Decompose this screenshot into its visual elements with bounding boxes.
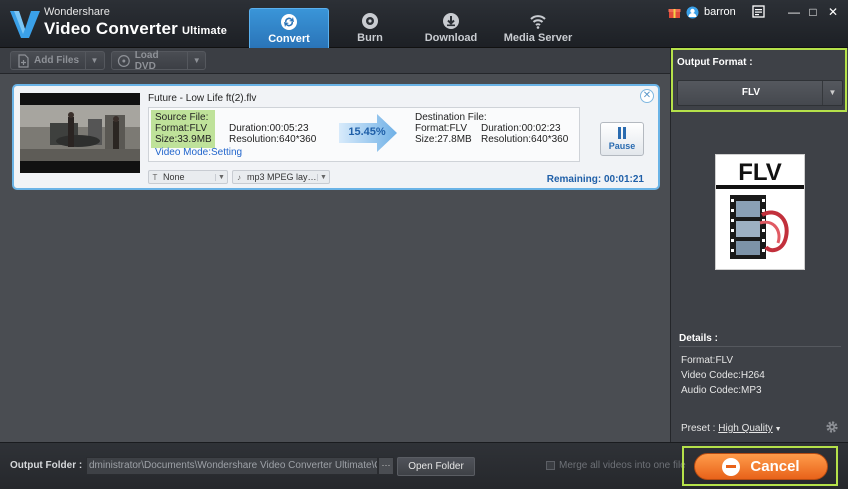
download-icon — [443, 13, 459, 29]
tab-convert[interactable]: Convert — [249, 8, 329, 48]
brand-company: Wondershare — [44, 6, 110, 18]
file-name: Future - Low Life ft(2).flv — [148, 93, 257, 104]
merge-checkbox[interactable] — [546, 461, 555, 470]
source-duration: Duration:00:05:23 — [229, 123, 309, 134]
progress-percent: 15.45% — [348, 126, 386, 138]
load-dvd-button[interactable]: Load DVD ▼ — [111, 49, 206, 72]
preset-label: Preset : — [681, 423, 716, 434]
username[interactable]: barron — [704, 6, 736, 18]
load-dvd-dropdown-icon[interactable]: ▼ — [187, 52, 205, 69]
format-icon-text: FLV — [738, 159, 782, 186]
output-format-box: Output Format : FLV ▼ — [671, 48, 847, 112]
add-files-label: Add Files — [34, 55, 80, 66]
app-logo-icon — [10, 11, 40, 38]
pause-label: Pause — [608, 141, 636, 151]
merge-label: Merge all videos into one file — [559, 460, 686, 471]
output-format-value: FLV — [741, 87, 761, 98]
browse-folder-button[interactable]: ··· — [378, 457, 394, 475]
details-divider — [679, 346, 841, 347]
gift-icon[interactable] — [668, 6, 681, 19]
destination-resolution: Resolution:640*360 — [481, 134, 569, 145]
output-panel: Output Format : FLV ▼ FLV Details : Form… — [670, 48, 848, 442]
add-file-icon — [18, 53, 29, 68]
destination-title: Destination File: — [415, 112, 487, 123]
cancel-highlight: Cancel — [682, 446, 838, 486]
details-label: Details : — [679, 333, 718, 344]
format-preview: FLV — [715, 154, 805, 270]
output-folder-label: Output Folder : — [10, 460, 83, 471]
file-info-box: Source File: Format:FLV Size:33.9MB Dura… — [148, 107, 580, 162]
title-bar: Wondershare Video Converter Ultimate Conv… — [0, 0, 848, 48]
source-resolution: Resolution:640*360 — [229, 134, 317, 145]
tab-burn[interactable]: Burn — [330, 8, 410, 48]
audio-track-select[interactable]: ♪ mp3 MPEG lay… ▼ — [232, 170, 330, 184]
output-folder-input[interactable]: dministrator\Documents\Wondershare Video… — [86, 457, 378, 475]
cancel-button[interactable]: Cancel — [694, 453, 828, 480]
destination-duration: Duration:00:02:23 — [481, 123, 561, 134]
open-folder-button[interactable]: Open Folder — [397, 457, 475, 476]
video-thumbnail[interactable] — [20, 93, 140, 173]
minus-circle-icon — [722, 457, 741, 476]
output-format-select[interactable]: FLV ▼ — [677, 80, 843, 106]
remove-item-icon[interactable]: ✕ — [640, 89, 654, 103]
tab-download[interactable]: Download — [411, 8, 491, 48]
toolbar: Add Files ▼ Load DVD ▼ — [0, 48, 670, 74]
brand-edition: Ultimate — [182, 25, 228, 37]
details-format: Format:FLV — [681, 355, 734, 366]
tab-media-server-label: Media Server — [503, 32, 573, 44]
brand-product-name: Video Converter — [44, 19, 179, 38]
close-button[interactable]: ✕ — [825, 4, 841, 20]
load-dvd-label: Load DVD — [134, 49, 159, 72]
destination-format: Format:FLV — [415, 123, 468, 134]
dvd-icon — [117, 54, 130, 67]
disc-icon — [362, 13, 378, 29]
subtitle-select[interactable]: T None ▼ — [148, 170, 228, 184]
tab-media-server[interactable]: Media Server — [492, 8, 584, 48]
convert-icon — [281, 14, 297, 30]
destination-size: Size:27.8MB — [415, 134, 472, 145]
output-format-label: Output Format : — [677, 57, 753, 68]
maximize-button[interactable]: □ — [805, 4, 821, 20]
brand-product: Video Converter Ultimate — [44, 19, 227, 39]
video-mode-setting-link[interactable]: Video Mode:Setting — [155, 147, 242, 158]
pause-button[interactable]: Pause — [600, 122, 644, 156]
user-area: barron — [668, 4, 736, 20]
wifi-icon — [530, 15, 546, 29]
preset-row: Preset : High Quality ▼ — [681, 423, 782, 434]
subtitle-select-value: None — [163, 172, 185, 182]
bottom-bar: Output Folder : dministrator\Documents\W… — [0, 442, 848, 489]
source-title: Source File: — [155, 112, 209, 123]
chevron-down-icon: ▼ — [215, 173, 227, 181]
file-list-area: Future - Low Life ft(2).flv ✕ Source Fil… — [0, 74, 670, 442]
user-icon[interactable] — [686, 6, 699, 19]
source-format: Format:FLV — [155, 123, 208, 134]
add-files-dropdown-icon[interactable]: ▼ — [85, 52, 103, 69]
details-video-codec: Video Codec:H264 — [681, 370, 765, 381]
preset-select[interactable]: High Quality — [718, 423, 772, 434]
preset-dropdown-icon[interactable]: ▼ — [773, 426, 782, 433]
gear-icon[interactable] — [825, 420, 839, 434]
audio-track-select-value: mp3 MPEG lay… — [247, 172, 317, 182]
minimize-button[interactable]: — — [786, 4, 802, 20]
add-files-button[interactable]: Add Files ▼ — [10, 51, 105, 70]
tab-burn-label: Burn — [357, 32, 383, 44]
conversion-item[interactable]: Future - Low Life ft(2).flv ✕ Source Fil… — [12, 84, 660, 190]
details-audio-codec: Audio Codec:MP3 — [681, 385, 762, 396]
pause-icon — [618, 127, 626, 139]
audio-icon: ♪ — [237, 172, 241, 182]
subtitle-icon: T — [152, 172, 158, 182]
tab-convert-label: Convert — [268, 33, 310, 45]
chevron-down-icon: ▼ — [317, 173, 329, 181]
cancel-label: Cancel — [750, 458, 800, 475]
source-size: Size:33.9MB — [155, 134, 212, 145]
merge-option[interactable]: Merge all videos into one file — [546, 460, 686, 471]
remaining-time: Remaining: 00:01:21 — [546, 174, 644, 185]
chevron-down-icon[interactable]: ▼ — [822, 81, 842, 105]
feedback-icon[interactable] — [752, 5, 765, 18]
tab-download-label: Download — [424, 32, 478, 44]
